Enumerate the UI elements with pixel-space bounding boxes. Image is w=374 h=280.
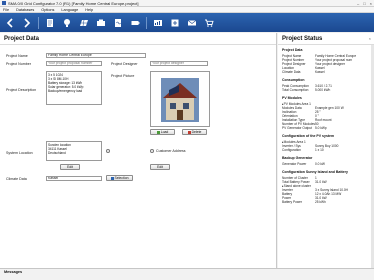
menu-databases[interactable]: Databases <box>16 8 34 12</box>
load-label: Load <box>160 130 169 134</box>
project-designer-input[interactable]: Your project designer <box>150 61 208 66</box>
project-description-label: Project Description <box>6 88 37 92</box>
climate-data-label: Climate Data <box>6 177 27 181</box>
app-window: SMA 0/0 Grid Configurator 7.0 (R1) [Fami… <box>0 0 374 280</box>
window-controls: – □ × <box>357 1 372 6</box>
toolbar-separator <box>146 16 147 29</box>
project-description-textarea[interactable]: 3 x 5 1024 3 x SI 8M-10H Battery storage… <box>46 71 102 105</box>
export-icon[interactable] <box>169 17 181 29</box>
backup-icon[interactable] <box>95 17 107 29</box>
project-name-label: Project Name <box>6 54 28 58</box>
project-picture-frame <box>150 71 210 127</box>
project-picture-label: Project Picture <box>111 74 135 78</box>
close-panel-icon[interactable]: × <box>369 36 371 41</box>
status-row: Climate Data Kassel <box>282 70 370 74</box>
back-icon[interactable] <box>4 17 16 29</box>
messages-label: Messages <box>4 270 23 274</box>
edit-label: Edit <box>67 165 73 169</box>
status-value: 5.000 kWh <box>315 88 331 92</box>
status-section-pv-configuration: Configuration of the PV system <box>282 134 335 138</box>
forward-icon[interactable] <box>21 17 33 29</box>
status-key: Configuration <box>282 148 301 152</box>
status-row: Configuration 1 x 10 <box>282 148 370 152</box>
customer-address-label: Customer Address <box>156 149 186 153</box>
report-icon[interactable] <box>152 17 164 29</box>
status-section-consumption: Consumption <box>282 78 305 82</box>
title-bar: SMA 0/0 Grid Configurator 7.0 (R1) [Fami… <box>0 0 374 7</box>
selection-icon <box>110 176 114 180</box>
status-row: Generator Power 0.0 kW <box>282 162 370 166</box>
edit-label: Edit <box>157 165 163 169</box>
house-photo-image <box>161 78 199 122</box>
maximize-button[interactable]: □ <box>363 1 365 6</box>
minimize-button[interactable]: – <box>357 1 359 6</box>
status-section-project-data: Project Data <box>282 48 303 52</box>
status-value: Kassel <box>315 70 325 74</box>
menu-options[interactable]: Options <box>41 8 54 12</box>
close-window-button[interactable]: × <box>370 1 372 6</box>
location-line: Deutschland <box>48 151 66 155</box>
window-title: SMA 0/0 Grid Configurator 7.0 (R1) [Fami… <box>8 0 139 6</box>
mail-icon[interactable] <box>186 17 198 29</box>
inverter-icon[interactable] <box>112 17 124 29</box>
status-value: 5.0 kWp <box>315 126 327 130</box>
project-status-list: Project Data Project Name Family Home Cen… <box>278 45 374 268</box>
toolbar <box>0 13 374 32</box>
status-key: Total Consumption <box>282 88 309 92</box>
description-line: Backup/emergency load <box>48 89 83 93</box>
project-data-panel: Project Data Project Name Family Home Ce… <box>0 33 277 268</box>
cart-icon[interactable] <box>203 17 215 29</box>
menu-help[interactable]: Help <box>85 8 93 12</box>
status-value: 25 kWh <box>315 200 326 204</box>
selection-button[interactable]: Selection <box>106 175 133 181</box>
project-number-label: Project Number <box>6 62 31 66</box>
project-designer-label: Project Designer <box>111 62 138 66</box>
consumption-icon[interactable] <box>61 17 73 29</box>
project-data-title: Project Data <box>0 33 276 45</box>
status-row: Battery Power 25 kWh <box>282 200 370 204</box>
delete-icon <box>187 130 191 134</box>
status-value: 0.0 kW <box>315 162 325 166</box>
climate-data-input[interactable]: Kassel <box>46 176 102 181</box>
menu-file[interactable]: File <box>3 8 9 12</box>
delete-picture-button[interactable]: Delete <box>182 129 207 135</box>
status-section-backup-generator: Backup Generator <box>282 156 313 160</box>
status-key: Battery Power <box>282 200 303 204</box>
selection-label: Selection <box>114 176 129 180</box>
app-icon <box>2 1 6 5</box>
menu-language[interactable]: Language <box>61 8 78 12</box>
customer-address-radio[interactable] <box>150 149 154 153</box>
status-section-pv-modules: PV Modules <box>282 96 302 100</box>
status-row: Total Consumption 5.000 kWh <box>282 88 370 92</box>
status-key: Generator Power <box>282 162 307 166</box>
project-status-title: Project Status <box>278 33 374 45</box>
load-icon <box>156 130 160 134</box>
status-section-sunny-island: Configuration Sunny Island and Battery <box>282 170 348 174</box>
status-row: PV Generator Output 5.0 kWp <box>282 126 370 130</box>
edit-address-button[interactable]: Edit <box>150 164 170 170</box>
status-key: PV Generator Output <box>282 126 312 130</box>
edit-location-button[interactable]: Edit <box>60 164 80 170</box>
system-location-textarea[interactable]: Sunden location 34111 Kassel Deutschland <box>46 141 102 161</box>
project-icon[interactable] <box>44 17 56 29</box>
pv-system-icon[interactable] <box>78 17 90 29</box>
battery-icon[interactable] <box>129 17 141 29</box>
toolbar-separator <box>38 16 39 29</box>
messages-panel: Messages <box>0 268 374 280</box>
system-location-radio[interactable] <box>106 149 110 153</box>
project-number-input[interactable]: Your project proposal number <box>46 61 102 66</box>
status-key: Climate Data <box>282 70 301 74</box>
system-location-label: System Location <box>6 151 33 155</box>
delete-label: Delete <box>191 130 202 134</box>
project-name-input[interactable]: Family Home Central Europe <box>46 53 146 58</box>
status-value: 1 x 10 <box>315 148 324 152</box>
load-picture-button[interactable]: Load <box>150 129 175 135</box>
